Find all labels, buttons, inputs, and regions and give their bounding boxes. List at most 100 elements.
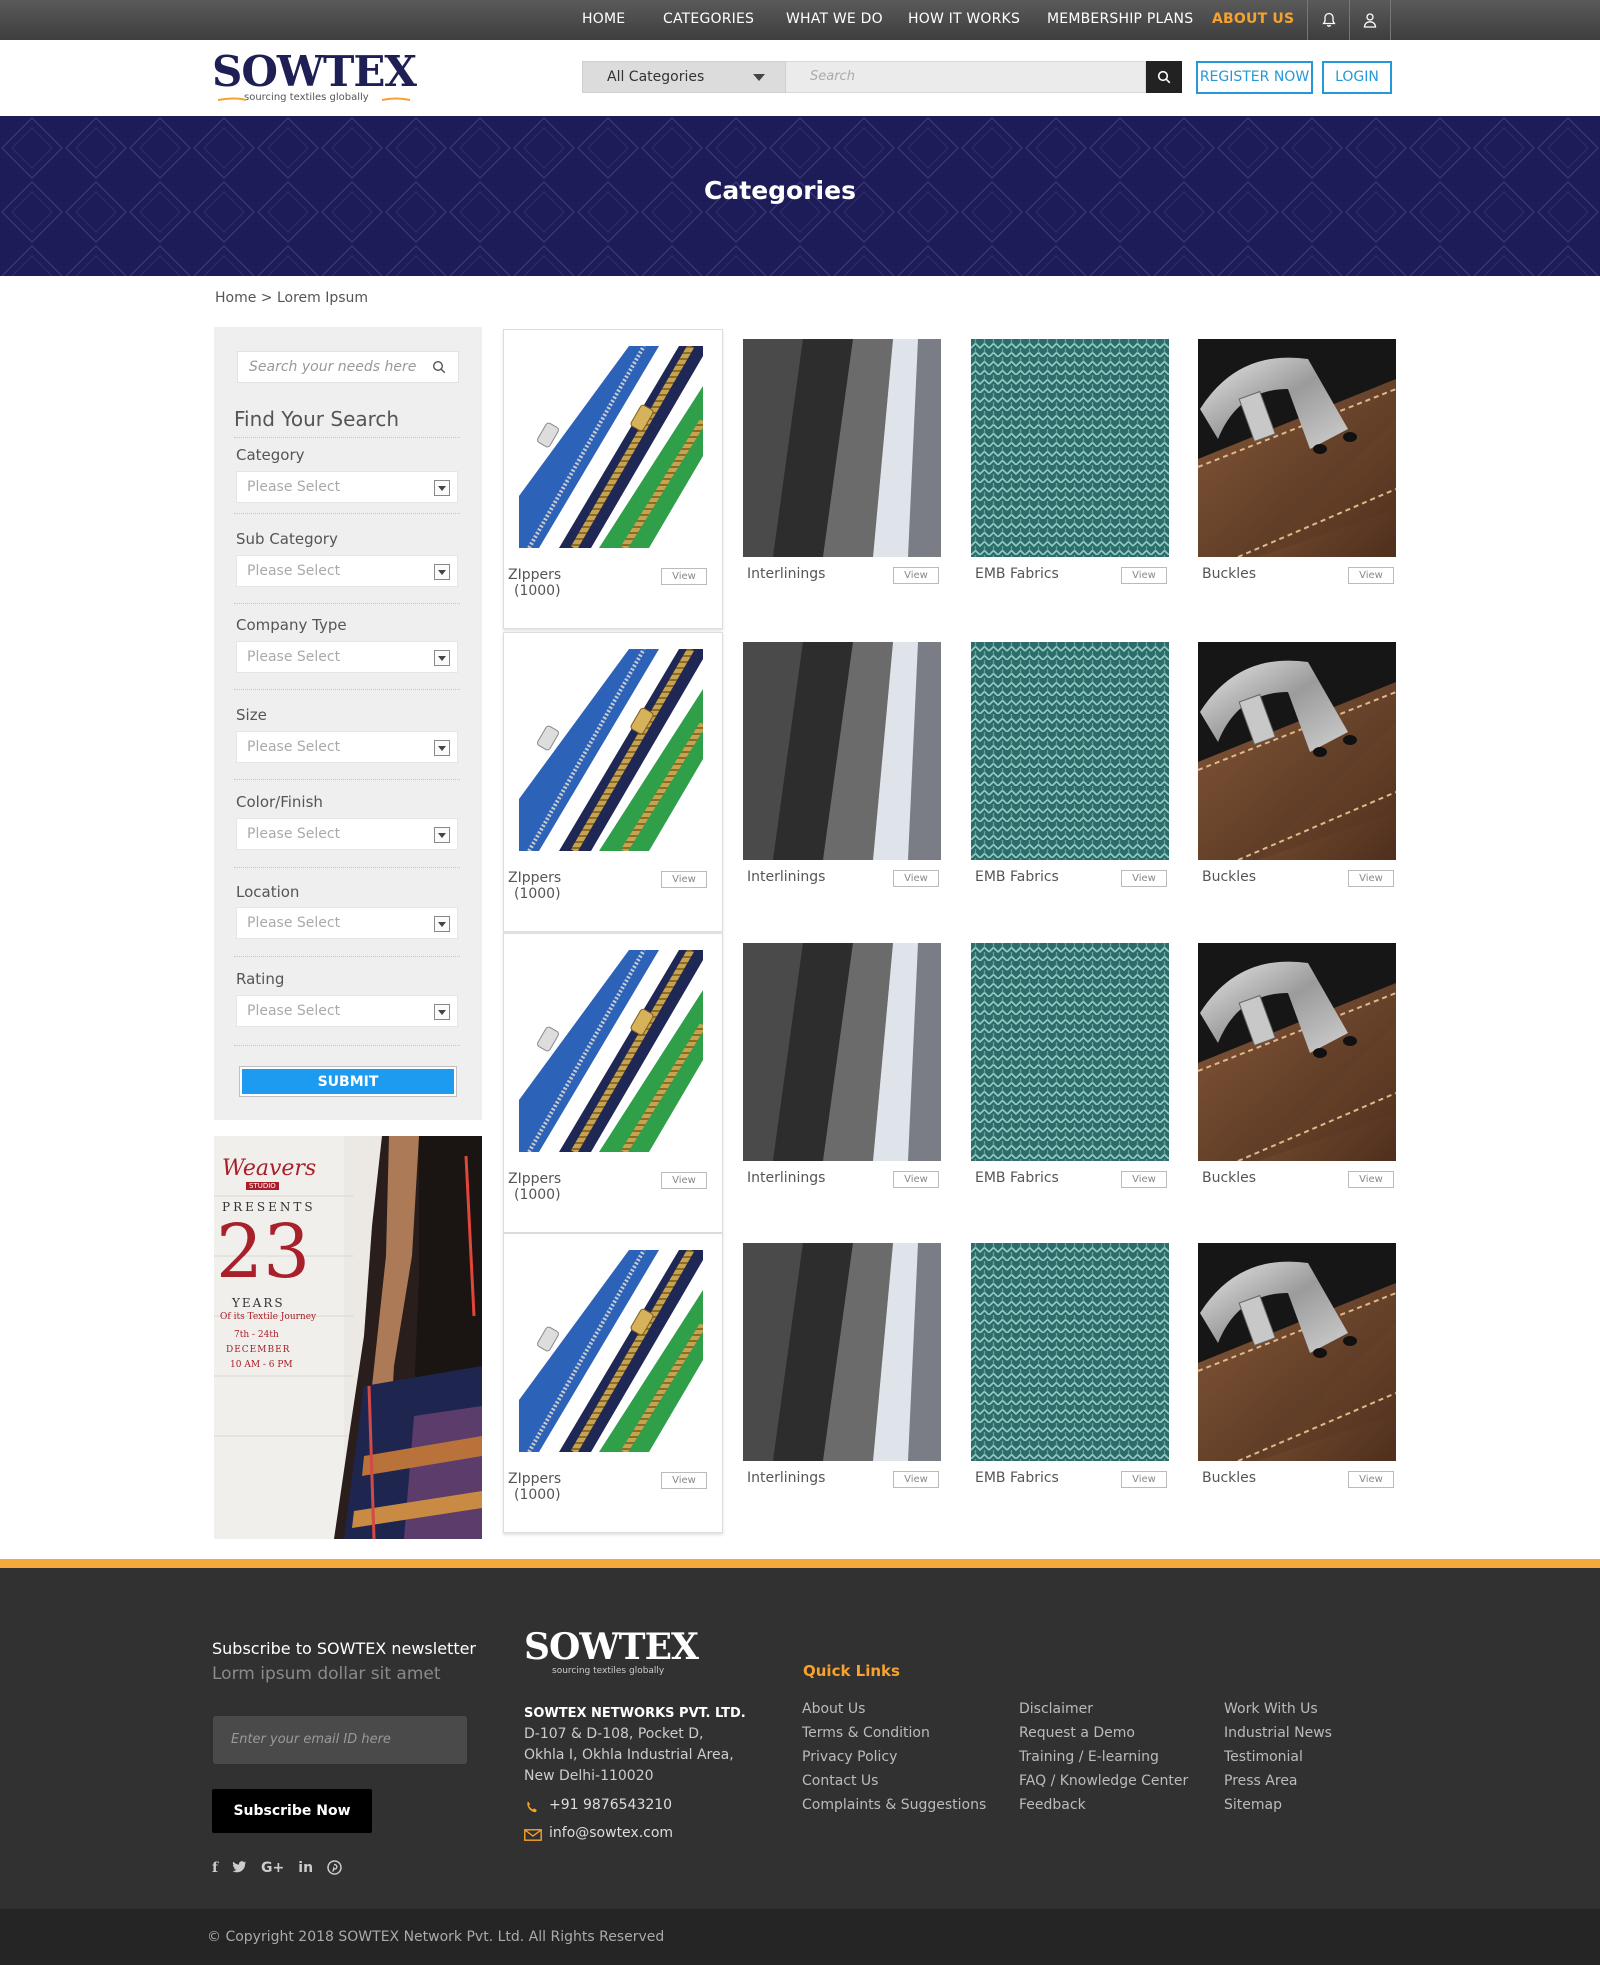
view-button[interactable]: View <box>1121 567 1167 584</box>
category-card-zipper[interactable]: ZIppers (1000) View <box>503 632 723 932</box>
view-button[interactable]: View <box>1121 870 1167 887</box>
buckle-image[interactable] <box>1198 1243 1396 1461</box>
nav-home[interactable]: HOME <box>582 0 625 40</box>
category-card-emb[interactable]: EMB Fabrics View <box>971 943 1171 1243</box>
facebook-icon[interactable]: f <box>212 1860 218 1876</box>
view-button[interactable]: View <box>893 567 939 584</box>
view-button[interactable]: View <box>1348 567 1394 584</box>
category-card-interlining[interactable]: Interlinings View <box>743 642 943 942</box>
filter-select-category[interactable]: Please Select <box>236 471 458 503</box>
category-card-interlining[interactable]: Interlinings View <box>743 943 943 1243</box>
interlining-image[interactable] <box>743 642 941 860</box>
footer-link-disclaimer[interactable]: Disclaimer <box>1019 1701 1093 1717</box>
emb-image[interactable] <box>971 943 1169 1161</box>
footer-link-contact[interactable]: Contact Us <box>802 1773 878 1789</box>
category-card-zipper[interactable]: ZIppers (1000) View <box>503 1233 723 1533</box>
search-button[interactable] <box>1146 61 1182 93</box>
view-button[interactable]: View <box>1348 870 1394 887</box>
pinterest-icon[interactable] <box>327 1860 342 1875</box>
view-button[interactable]: View <box>1348 1471 1394 1488</box>
interlining-image[interactable] <box>743 943 941 1161</box>
view-button[interactable]: View <box>1348 1171 1394 1188</box>
nav-how-it-works[interactable]: HOW IT WORKS <box>908 0 1020 40</box>
newsletter-email-input[interactable]: Enter your email ID here <box>213 1716 467 1764</box>
interlining-image[interactable] <box>743 1243 941 1461</box>
search-icon[interactable] <box>432 360 446 374</box>
advertisement-banner[interactable]: Weavers STUDIO PRESENTS 23 YEARS Of its … <box>214 1136 482 1539</box>
category-card-zipper[interactable]: ZIppers (1000) View <box>503 933 723 1233</box>
category-card-buckle[interactable]: Buckles View <box>1198 1243 1398 1543</box>
view-button[interactable]: View <box>661 871 707 888</box>
category-card-emb[interactable]: EMB Fabrics View <box>971 642 1171 942</box>
zipper-image[interactable] <box>519 950 703 1152</box>
bell-icon[interactable] <box>1307 0 1349 40</box>
user-icon[interactable] <box>1349 0 1391 40</box>
category-card-zipper[interactable]: ZIppers (1000) View <box>503 329 723 629</box>
footer-link-training[interactable]: Training / E-learning <box>1019 1749 1159 1765</box>
footer-logo[interactable]: SOWTEX sourcing textiles globally <box>524 1628 699 1676</box>
buckle-image[interactable] <box>1198 943 1396 1161</box>
footer-link-feedback[interactable]: Feedback <box>1019 1797 1086 1813</box>
nav-categories[interactable]: CATEGORIES <box>663 0 754 40</box>
linkedin-icon[interactable]: in <box>298 1860 313 1876</box>
nav-about-us[interactable]: ABOUT US <box>1212 0 1294 40</box>
footer-link-about-us[interactable]: About Us <box>802 1701 865 1717</box>
view-button[interactable]: View <box>1121 1471 1167 1488</box>
category-card-buckle[interactable]: Buckles View <box>1198 642 1398 942</box>
footer-link-complaints[interactable]: Complaints & Suggestions <box>802 1797 986 1813</box>
view-button[interactable]: View <box>1121 1171 1167 1188</box>
footer-link-work-with-us[interactable]: Work With Us <box>1224 1701 1318 1717</box>
footer-link-testimonial[interactable]: Testimonial <box>1224 1749 1303 1765</box>
emb-image[interactable] <box>971 1243 1169 1461</box>
filter-select-sub-category[interactable]: Please Select <box>236 555 458 587</box>
google-plus-icon[interactable]: G+ <box>261 1860 284 1876</box>
twitter-icon[interactable] <box>232 1860 247 1874</box>
view-button[interactable]: View <box>661 568 707 585</box>
view-button[interactable]: View <box>661 1472 707 1489</box>
filter-select-rating[interactable]: Please Select <box>236 995 458 1027</box>
zipper-image[interactable] <box>519 1250 703 1452</box>
ad-dates: 7th - 24th <box>234 1330 279 1340</box>
buckle-image[interactable] <box>1198 642 1396 860</box>
footer-link-press-area[interactable]: Press Area <box>1224 1773 1298 1789</box>
view-button[interactable]: View <box>661 1172 707 1189</box>
sidebar-search-input[interactable]: Search your needs here <box>237 351 459 383</box>
emb-image[interactable] <box>971 642 1169 860</box>
buckle-image[interactable] <box>1198 339 1396 557</box>
footer-link-sitemap[interactable]: Sitemap <box>1224 1797 1282 1813</box>
zipper-image[interactable] <box>519 649 703 851</box>
footer-link-privacy[interactable]: Privacy Policy <box>802 1749 897 1765</box>
register-now-button[interactable]: REGISTER NOW <box>1196 61 1313 94</box>
login-button[interactable]: LOGIN <box>1322 61 1392 94</box>
category-dropdown[interactable]: All Categories <box>582 61 786 93</box>
phone-number[interactable]: +91 9876543210 <box>549 1797 672 1813</box>
subscribe-now-button[interactable]: Subscribe Now <box>212 1789 372 1833</box>
view-button[interactable]: View <box>893 1171 939 1188</box>
search-input[interactable]: Search <box>786 61 1146 93</box>
filter-select-size[interactable]: Please Select <box>236 731 458 763</box>
nav-what-we-do[interactable]: WHAT WE DO <box>786 0 883 40</box>
category-card-interlining[interactable]: Interlinings View <box>743 1243 943 1543</box>
emb-image[interactable] <box>971 339 1169 557</box>
nav-membership-plans[interactable]: MEMBERSHIP PLANS <box>1047 0 1193 40</box>
footer-link-request-demo[interactable]: Request a Demo <box>1019 1725 1135 1741</box>
category-card-emb[interactable]: EMB Fabrics View <box>971 339 1171 639</box>
category-card-emb[interactable]: EMB Fabrics View <box>971 1243 1171 1543</box>
footer-link-industrial-news[interactable]: Industrial News <box>1224 1725 1332 1741</box>
breadcrumb[interactable]: Home > Lorem Ipsum <box>215 290 368 306</box>
category-card-interlining[interactable]: Interlinings View <box>743 339 943 639</box>
email-address[interactable]: info@sowtex.com <box>549 1825 673 1841</box>
footer-link-terms[interactable]: Terms & Condition <box>802 1725 930 1741</box>
filter-select-company-type[interactable]: Please Select <box>236 641 458 673</box>
sowtex-logo[interactable]: SOWTEX sourcing textiles globally <box>212 50 417 106</box>
view-button[interactable]: View <box>893 870 939 887</box>
interlining-image[interactable] <box>743 339 941 557</box>
submit-button[interactable]: SUBMIT <box>239 1066 457 1097</box>
category-card-buckle[interactable]: Buckles View <box>1198 943 1398 1243</box>
category-card-buckle[interactable]: Buckles View <box>1198 339 1398 639</box>
filter-select-color-finish[interactable]: Please Select <box>236 818 458 850</box>
filter-select-location[interactable]: Please Select <box>236 907 458 939</box>
zipper-image[interactable] <box>519 346 703 548</box>
view-button[interactable]: View <box>893 1471 939 1488</box>
footer-link-faq[interactable]: FAQ / Knowledge Center <box>1019 1773 1188 1789</box>
